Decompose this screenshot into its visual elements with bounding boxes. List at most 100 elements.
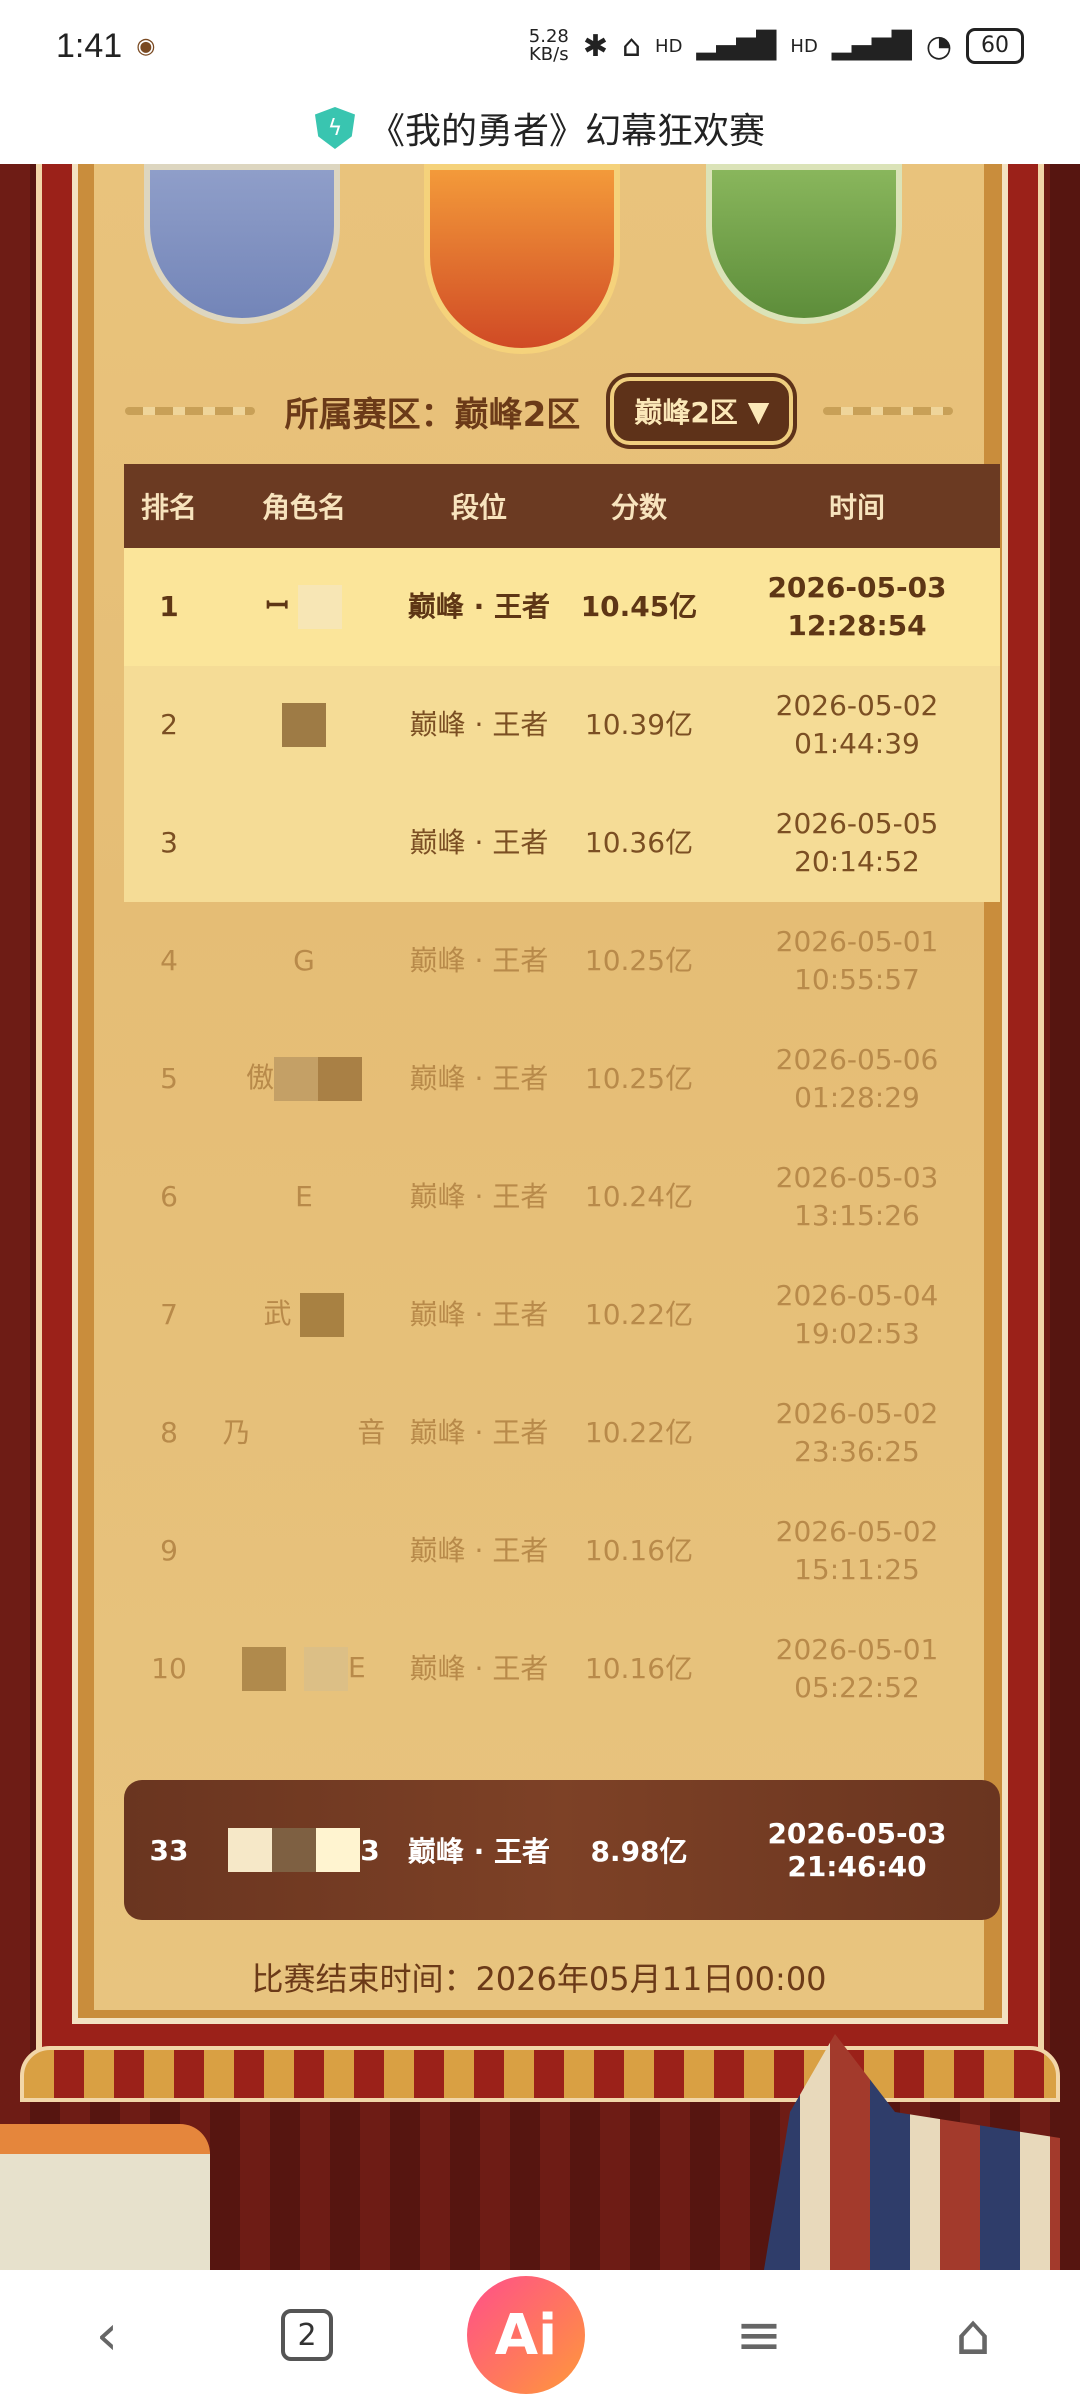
date-text: 2026-05-04 — [775, 1279, 939, 1312]
date-text: 2026-05-03 — [767, 571, 947, 604]
tier-cell: 巅峰 · 王者 — [409, 1534, 549, 1567]
security-shield-icon: ϟ — [314, 107, 355, 149]
my-rank: 33 — [149, 1833, 189, 1867]
score-cell: 10.25亿 — [584, 1062, 694, 1095]
table-row[interactable]: 8 乃 音 巅峰 · 王者 10.22亿 2026-05-02 23:36:25 — [124, 1374, 1000, 1492]
name-cell: 武 — [214, 1256, 394, 1374]
rank-cell: 6 — [160, 1180, 178, 1213]
earbuds-icon: ⌂ — [621, 28, 642, 64]
tier-cell: 巅峰 · 王者 — [409, 826, 549, 859]
my-tier: 巅峰 · 王者 — [407, 1835, 551, 1868]
header-score: 分数 — [610, 491, 667, 524]
signal-icon: ▂▄▆█ — [696, 31, 777, 61]
my-score: 8.98亿 — [590, 1835, 688, 1868]
leaderboard-panel: 所属赛区：巅峰2区 巅峰2区 ▼ 排名 角色名 段位 分数 时间 1 ꟷ 巅峰 … — [94, 164, 1000, 2010]
date-text: 2026-05-01 — [775, 1633, 939, 1666]
rank-cell: 8 — [160, 1416, 178, 1449]
bluetooth-icon: ✱ — [582, 28, 608, 64]
competition-end-time: 比赛结束时间：2026年05月11日00:00 — [251, 1960, 827, 1998]
time-cell: 2026-05-03 12:28:54 — [714, 548, 1000, 666]
app-notification-icon: ◉ — [136, 33, 156, 59]
clock-text: 19:02:53 — [794, 1317, 920, 1350]
header-rank: 排名 — [140, 491, 197, 524]
table-header: 排名 角色名 段位 分数 时间 — [124, 464, 1000, 548]
game-stage: 所属赛区：巅峰2区 巅峰2区 ▼ 排名 角色名 段位 分数 时间 1 ꟷ 巅峰 … — [0, 164, 1080, 2270]
name-text: 傲 — [245, 1061, 274, 1094]
rank-cell: 3 — [160, 826, 178, 859]
table-row[interactable]: 10 E 巅峰 · 王者 10.16亿 2026-05-01 05:22:52 — [124, 1610, 1000, 1728]
score-cell: 10.36亿 — [584, 826, 694, 859]
outer-frame: 所属赛区：巅峰2区 巅峰2区 ▼ 排名 角色名 段位 分数 时间 1 ꟷ 巅峰 … — [36, 164, 1044, 2094]
rank-cell: 4 — [160, 944, 178, 977]
clock-text: 01:44:39 — [794, 727, 920, 760]
home-icon[interactable]: ⌂ — [933, 2303, 1013, 2368]
date-text: 2026-05-02 — [775, 1515, 939, 1548]
zone-dropdown-label: 巅峰2区 — [634, 396, 738, 429]
ai-assistant-button[interactable]: Ai — [467, 2276, 585, 2394]
score-cell: 10.22亿 — [584, 1298, 694, 1331]
rank-cell: 10 — [151, 1652, 187, 1685]
name-cell — [214, 666, 394, 784]
zone-banner-blue[interactable] — [144, 164, 340, 324]
date-text: 2026-05-03 — [775, 1161, 939, 1194]
network-speed: 5.28 KB/s — [528, 26, 569, 65]
clock-text: 05:22:52 — [794, 1671, 920, 1704]
date-text: 2026-05-02 — [775, 1397, 939, 1430]
time-cell: 2026-05-06 01:28:29 — [714, 1020, 1000, 1138]
rank-cell: 7 — [160, 1298, 178, 1331]
name-cell: G — [293, 944, 315, 977]
score-cell: 10.22亿 — [584, 1416, 694, 1449]
battery-indicator: 60 — [966, 28, 1024, 64]
table-row[interactable]: 3 巅峰 · 王者 10.36亿 2026-05-05 20:14:52 — [124, 784, 1000, 902]
my-date-text: 2026-05-03 — [767, 1817, 947, 1850]
zone-banner-green[interactable] — [706, 164, 902, 324]
signal2-icon: ▂▄▆█ — [831, 31, 912, 61]
table-row[interactable]: 2 巅峰 · 王者 10.39亿 2026-05-02 01:44:39 — [124, 666, 1000, 784]
rank-cell: 1 — [159, 590, 179, 623]
name-mosaic — [282, 703, 326, 747]
back-icon[interactable]: ‹ — [67, 2303, 147, 2368]
date-text: 2026-05-01 — [775, 925, 939, 958]
status-bar: 1:41 ◉ 5.28 KB/s ✱ ⌂ HD ▂▄▆█ HD ▂▄▆█ ◔ 6… — [0, 0, 1080, 92]
my-name-text: 3 — [360, 1833, 380, 1867]
time-cell: 2026-05-05 20:14:52 — [714, 784, 1000, 902]
my-rank-row[interactable]: 33 3 巅峰 · 王者 8.98亿 2026-05-03 21:46:40 — [124, 1780, 1000, 1920]
name-mosaic — [300, 1293, 345, 1337]
table-row[interactable]: 1 ꟷ 巅峰 · 王者 10.45亿 2026-05-03 12:28:54 — [124, 548, 1000, 666]
date-text: 2026-05-02 — [775, 689, 939, 722]
signal1-label: HD — [655, 35, 683, 57]
name-mosaic — [318, 1057, 362, 1101]
chevron-down-icon: ▼ — [747, 394, 770, 428]
table-row[interactable]: 5 傲 巅峰 · 王者 10.25亿 2026-05-06 01:28:29 — [124, 1020, 1000, 1138]
tier-cell: 巅峰 · 王者 — [407, 590, 551, 623]
header-tier: 段位 — [450, 491, 507, 524]
my-clock-text: 21:46:40 — [787, 1850, 927, 1883]
table-row[interactable]: 4 G 巅峰 · 王者 10.25亿 2026-05-01 10:55:57 — [124, 902, 1000, 1020]
table-row[interactable]: 7 武 巅峰 · 王者 10.22亿 2026-05-04 19:02:53 — [124, 1256, 1000, 1374]
tabs-button[interactable]: 2 — [281, 2309, 333, 2361]
zone-dropdown-button[interactable]: 巅峰2区 ▼ — [610, 377, 794, 445]
rank-cell: 5 — [160, 1062, 178, 1095]
name-text: ꟷ — [265, 589, 289, 622]
tier-cell: 巅峰 · 王者 — [409, 1416, 549, 1449]
rank-cell: 2 — [160, 708, 178, 741]
time-cell: 2026-05-01 05:22:52 — [714, 1610, 1000, 1728]
inner-frame: 所属赛区：巅峰2区 巅峰2区 ▼ 排名 角色名 段位 分数 时间 1 ꟷ 巅峰 … — [72, 164, 1008, 2024]
name-mosaic — [304, 1647, 349, 1691]
zone-banner-orange[interactable] — [424, 164, 620, 354]
page-header: ϟ 《我的勇者》幻幕狂欢赛 — [0, 92, 1080, 164]
time-cell: 2026-05-02 01:44:39 — [714, 666, 1000, 784]
clock-text: 12:28:54 — [787, 609, 927, 642]
table-row[interactable]: 6 E 巅峰 · 王者 10.24亿 2026-05-03 13:15:26 — [124, 1138, 1000, 1256]
date-text: 2026-05-05 — [775, 807, 939, 840]
name-cell: E — [295, 1180, 313, 1213]
name-mosaic — [316, 1828, 361, 1872]
drum-decoration — [0, 2124, 210, 2270]
table-row[interactable]: 9 巅峰 · 王者 10.16亿 2026-05-02 15:11:25 — [124, 1492, 1000, 1610]
time-cell: 2026-05-02 15:11:25 — [714, 1492, 1000, 1610]
score-cell: 10.24亿 — [584, 1180, 694, 1213]
rank-cell: 9 — [160, 1534, 178, 1567]
header-name: 角色名 — [261, 491, 346, 524]
my-name-cell: 3 — [214, 1828, 394, 1872]
menu-icon[interactable]: ≡ — [719, 2303, 799, 2368]
